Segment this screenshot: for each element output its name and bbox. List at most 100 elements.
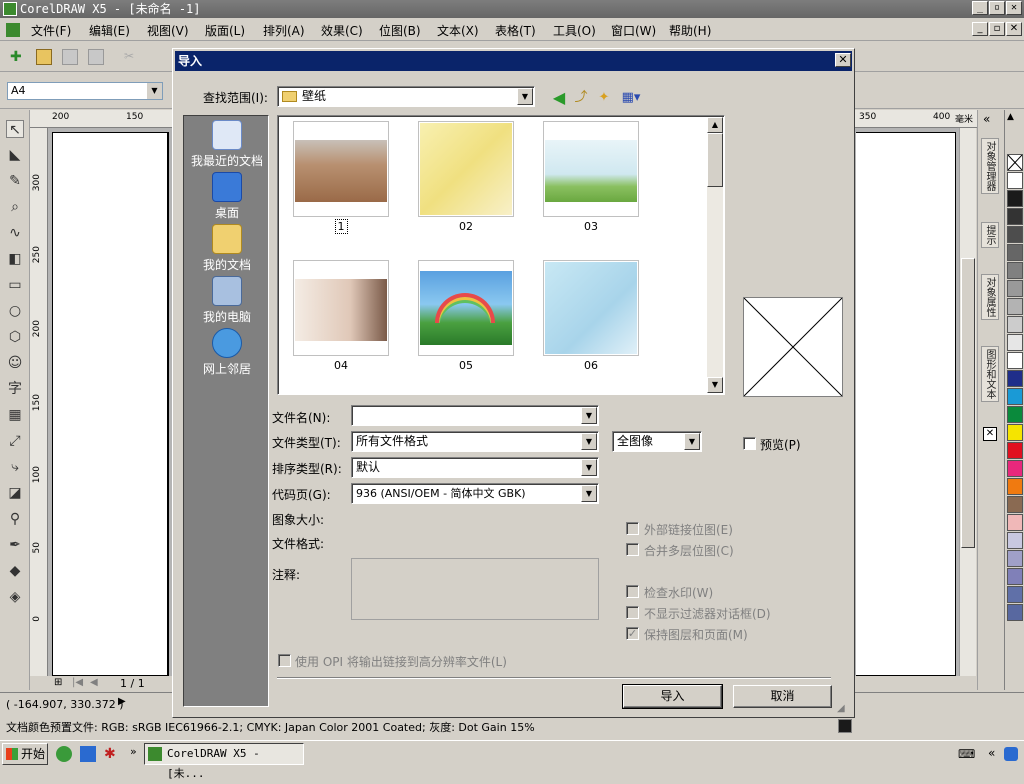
menu-table[interactable]: 表格(T) — [495, 22, 536, 39]
palette-swatch[interactable] — [1007, 478, 1023, 495]
palette-swatch[interactable] — [1007, 568, 1023, 585]
docker-collapse-icon[interactable]: « — [983, 112, 990, 126]
palette-swatch[interactable] — [1007, 550, 1023, 567]
blend-tool-icon[interactable]: ◪ — [6, 484, 24, 502]
crop-tool-icon[interactable]: ✎ — [6, 172, 24, 190]
no-fill-swatch[interactable] — [1007, 154, 1023, 171]
preview-label[interactable]: 预览(P) — [760, 436, 801, 453]
network-tray-icon[interactable] — [1004, 747, 1018, 761]
place-my-documents[interactable]: 我的文档 — [184, 224, 270, 273]
add-page-icon[interactable]: ⊞ — [54, 677, 62, 688]
freehand-tool-icon[interactable]: ∿ — [6, 224, 24, 242]
tray-expand-icon[interactable]: « — [988, 746, 995, 760]
palette-swatch[interactable] — [1007, 514, 1023, 531]
zoom-tool-icon[interactable]: ⌕ — [6, 198, 24, 216]
palette-swatch[interactable] — [1007, 172, 1023, 189]
eyedropper-tool-icon[interactable]: ⚲ — [6, 510, 24, 528]
start-button[interactable]: 开始 — [2, 743, 48, 765]
file-name[interactable]: 05 — [418, 359, 514, 372]
app-launcher-icon[interactable]: ✱ — [104, 746, 120, 762]
palette-swatch[interactable] — [1007, 442, 1023, 459]
file-name[interactable]: 06 — [543, 359, 639, 372]
taskbar-item-coreldraw[interactable]: CorelDRAW X5 - [未... — [144, 743, 304, 780]
prev-page-icon[interactable]: ◀ — [90, 677, 98, 688]
palette-scroll-up-icon[interactable]: ▲ — [1007, 112, 1014, 122]
view-menu-icon[interactable]: ▦▾ — [619, 89, 643, 107]
external-link-checkbox[interactable] — [626, 522, 639, 535]
file-list-scrollbar[interactable]: ▲ ▼ — [707, 117, 723, 393]
palette-swatch[interactable] — [1007, 298, 1023, 315]
palette-swatch[interactable] — [1007, 496, 1023, 513]
minimize-button[interactable]: _ — [972, 1, 988, 15]
pick-tool-icon[interactable]: ↖ — [6, 120, 24, 138]
palette-swatch[interactable] — [1007, 262, 1023, 279]
place-desktop[interactable]: 桌面 — [184, 172, 270, 221]
polygon-tool-icon[interactable]: ⬡ — [6, 328, 24, 346]
interactive-fill-icon[interactable]: ◈ — [6, 588, 24, 606]
doc-minimize-button[interactable]: _ — [972, 22, 988, 36]
opi-checkbox[interactable] — [278, 654, 291, 667]
quicklaunch-more-icon[interactable]: » — [130, 745, 137, 758]
basic-shapes-icon[interactable]: ☺ — [6, 354, 24, 372]
cut-icon[interactable]: ✂ — [124, 49, 140, 65]
menu-layout[interactable]: 版面(L) — [205, 22, 245, 39]
close-icon[interactable]: ✕ — [835, 53, 851, 67]
menu-effects[interactable]: 效果(C) — [321, 22, 363, 39]
menu-text[interactable]: 文本(X) — [437, 22, 479, 39]
new-document-icon[interactable]: ✚ — [10, 49, 26, 65]
sort-select[interactable]: 默认 ▼ — [351, 457, 599, 478]
fill-tool-icon[interactable]: ◆ — [6, 562, 24, 580]
menu-file[interactable]: 文件(F) — [31, 22, 71, 39]
text-tool-icon[interactable]: 字 — [6, 380, 24, 398]
palette-swatch[interactable] — [1007, 370, 1023, 387]
menu-view[interactable]: 视图(V) — [147, 22, 189, 39]
scroll-up-icon[interactable]: ▲ — [707, 117, 723, 133]
import-button[interactable]: 导入 — [622, 684, 723, 709]
file-thumbnail[interactable] — [418, 121, 514, 217]
file-name[interactable]: 04 — [293, 359, 389, 372]
palette-swatch[interactable] — [1007, 208, 1023, 225]
keep-layers-checkbox[interactable]: ✓ — [626, 627, 639, 640]
file-thumbnail[interactable] — [543, 121, 639, 217]
open-folder-icon[interactable] — [36, 49, 52, 65]
file-list[interactable]: 1 02 03 04 05 06 ▲ ▼ — [277, 115, 725, 395]
menu-arrange[interactable]: 排列(A) — [263, 22, 305, 39]
table-tool-icon[interactable]: ▦ — [6, 406, 24, 424]
image-mode-select[interactable]: 全图像 ▼ — [612, 431, 702, 452]
restore-button[interactable]: ▫ — [989, 1, 1005, 15]
file-thumbnail[interactable] — [543, 260, 639, 356]
cancel-button[interactable]: 取消 — [733, 685, 832, 708]
shape-tool-icon[interactable]: ◣ — [6, 146, 24, 164]
outline-tool-icon[interactable]: ✒ — [6, 536, 24, 554]
menu-help[interactable]: 帮助(H) — [669, 22, 711, 39]
palette-swatch[interactable] — [1007, 604, 1023, 621]
canvas-vertical-scrollbar[interactable] — [959, 128, 976, 676]
file-name[interactable]: 02 — [418, 220, 514, 233]
file-thumbnail[interactable] — [418, 260, 514, 356]
docker-tab-hints[interactable]: 提示 — [981, 222, 999, 248]
watermark-checkbox[interactable] — [626, 585, 639, 598]
palette-swatch[interactable] — [1007, 352, 1023, 369]
palette-swatch[interactable] — [1007, 586, 1023, 603]
palette-swatch[interactable] — [1007, 334, 1023, 351]
palette-swatch[interactable] — [1007, 424, 1023, 441]
palette-swatch[interactable] — [1007, 280, 1023, 297]
up-folder-icon[interactable]: ⤴ — [572, 89, 590, 107]
ie-icon[interactable] — [80, 746, 96, 762]
palette-swatch[interactable] — [1007, 190, 1023, 207]
place-network[interactable]: 网上邻居 — [184, 328, 270, 377]
keyboard-icon[interactable]: ⌨ — [958, 747, 975, 761]
scrollbar-thumb[interactable] — [961, 258, 975, 548]
close-icon[interactable]: ✕ — [1006, 1, 1022, 15]
palette-swatch[interactable] — [1007, 226, 1023, 243]
file-thumbnail[interactable] — [293, 121, 389, 217]
color-profile-text[interactable]: 文档颜色预置文件: RGB: sRGB IEC61966-2.1; CMYK: … — [6, 719, 535, 735]
file-name[interactable]: 03 — [543, 220, 639, 233]
media-player-icon[interactable] — [56, 746, 72, 762]
menu-bitmaps[interactable]: 位图(B) — [379, 22, 421, 39]
combine-layers-checkbox[interactable] — [626, 543, 639, 556]
file-thumbnail[interactable] — [293, 260, 389, 356]
scrollbar-thumb[interactable] — [707, 133, 723, 187]
menu-tools[interactable]: 工具(O) — [553, 22, 596, 39]
smart-fill-icon[interactable]: ◧ — [6, 250, 24, 268]
